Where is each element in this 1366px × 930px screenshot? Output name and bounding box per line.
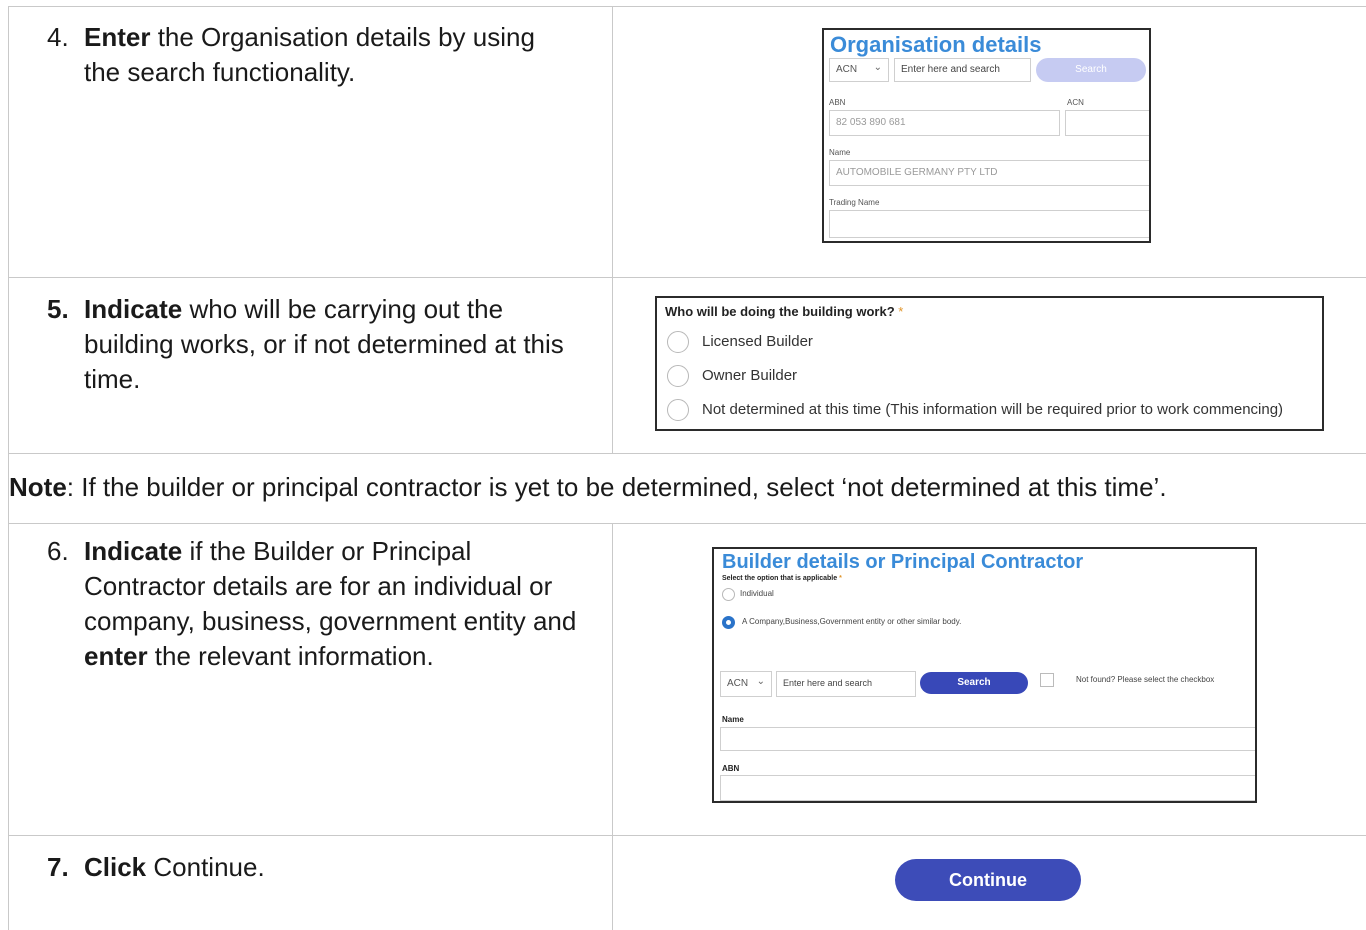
- step-text: time.: [84, 364, 141, 394]
- builder-question-panel: Who will be doing the building work? * L…: [655, 296, 1324, 431]
- instruction-document: 4. Enter the Organisation details by usi…: [0, 0, 1366, 930]
- abn-field[interactable]: 82 053 890 681: [829, 110, 1060, 136]
- panel-title: Organisation details: [830, 32, 1042, 57]
- step-keyword: enter: [84, 641, 148, 671]
- search-button[interactable]: Search: [1036, 58, 1146, 82]
- trading-name-field[interactable]: [829, 210, 1149, 238]
- abn-label: ABN: [829, 98, 846, 107]
- not-found-label: Not found? Please select the checkbox: [1076, 675, 1215, 684]
- chevron-down-icon: ⌄: [873, 62, 882, 73]
- note-text: Note: If the builder or principal contra…: [9, 470, 1167, 505]
- panel-title: Builder details or Principal Contractor: [722, 551, 1084, 573]
- option-label: Not determined at this time (This inform…: [702, 401, 1284, 418]
- name-field[interactable]: [720, 727, 1255, 751]
- step-text: Continue.: [146, 852, 265, 882]
- radio-company[interactable]: [722, 616, 735, 629]
- organisation-details-panel: Organisation details ACN ⌄ Enter here an…: [822, 28, 1151, 243]
- question-title: Who will be doing the building work? *: [665, 304, 903, 319]
- row-divider: [8, 453, 1366, 454]
- step-text: if the Builder or Principal: [182, 536, 472, 566]
- row-divider: [8, 6, 1366, 7]
- id-type-select[interactable]: ACN ⌄: [829, 58, 889, 82]
- not-found-checkbox[interactable]: [1040, 673, 1054, 687]
- column-divider: [612, 6, 613, 453]
- required-star-icon: *: [839, 575, 842, 582]
- id-type-value: ACN: [727, 678, 749, 689]
- name-label: Name: [829, 148, 851, 157]
- radio-owner-builder[interactable]: [667, 365, 689, 387]
- step-keyword: Indicate: [84, 294, 183, 324]
- row-divider: [8, 835, 1366, 836]
- step-text: the Organisation details by using: [150, 22, 535, 52]
- chevron-down-icon: ⌄: [756, 676, 765, 687]
- radio-not-determined[interactable]: [667, 399, 689, 421]
- question-text: Who will be doing the building work?: [665, 304, 895, 319]
- step-text: who will be carrying out the: [182, 294, 504, 324]
- name-value: AUTOMOBILE GERMANY PTY LTD: [836, 167, 998, 178]
- step-text: building works, or if not determined at …: [84, 329, 564, 359]
- step-keyword: Click: [84, 852, 147, 882]
- panel-subtitle: Select the option that is applicable *: [722, 575, 842, 582]
- trading-name-label: Trading Name: [829, 198, 880, 207]
- acn-label: ACN: [1067, 98, 1084, 107]
- option-label: Individual: [740, 589, 774, 598]
- option-label: A Company,Business,Government entity or …: [742, 617, 962, 626]
- option-label: Licensed Builder: [702, 333, 813, 350]
- step-number: 4.: [47, 22, 69, 52]
- search-input[interactable]: Enter here and search: [776, 671, 916, 697]
- continue-button[interactable]: Continue: [895, 859, 1081, 901]
- radio-individual[interactable]: [722, 588, 735, 601]
- builder-details-panel: Builder details or Principal Contractor …: [712, 547, 1257, 803]
- search-placeholder: Enter here and search: [783, 678, 873, 688]
- id-type-value: ACN: [836, 64, 858, 75]
- row-divider: [8, 523, 1366, 524]
- option-label: Owner Builder: [702, 367, 798, 384]
- step-text: Contractor details are for an individual…: [84, 571, 553, 601]
- id-type-select[interactable]: ACN ⌄: [720, 671, 772, 697]
- search-button[interactable]: Search: [920, 672, 1028, 694]
- column-divider: [612, 523, 613, 930]
- step-number: 7.: [47, 852, 69, 882]
- acn-field[interactable]: [1065, 110, 1149, 136]
- abn-label: ABN: [722, 764, 740, 773]
- subtitle-text: Select the option that is applicable: [722, 575, 838, 582]
- step-number: 6.: [47, 536, 69, 566]
- required-star-icon: *: [898, 304, 904, 319]
- abn-value: 82 053 890 681: [836, 117, 906, 128]
- search-placeholder: Enter here and search: [901, 64, 1000, 75]
- name-label: Name: [722, 715, 744, 724]
- search-input[interactable]: Enter here and search: [894, 58, 1031, 82]
- step-text: the search functionality.: [84, 57, 356, 87]
- row-divider: [8, 277, 1366, 278]
- step-text: company, business, government entity and: [84, 606, 577, 636]
- note-body: : If the builder or principal contractor…: [66, 472, 1167, 502]
- table-border-left: [8, 6, 9, 930]
- abn-field[interactable]: [720, 775, 1255, 801]
- step-keyword: Enter: [84, 22, 151, 52]
- note-label: Note: [9, 472, 67, 502]
- step-text: the relevant information.: [147, 641, 434, 671]
- step-keyword: Indicate: [84, 536, 183, 566]
- radio-licensed-builder[interactable]: [667, 331, 689, 353]
- name-field[interactable]: AUTOMOBILE GERMANY PTY LTD: [829, 160, 1149, 186]
- step-number: 5.: [47, 294, 69, 324]
